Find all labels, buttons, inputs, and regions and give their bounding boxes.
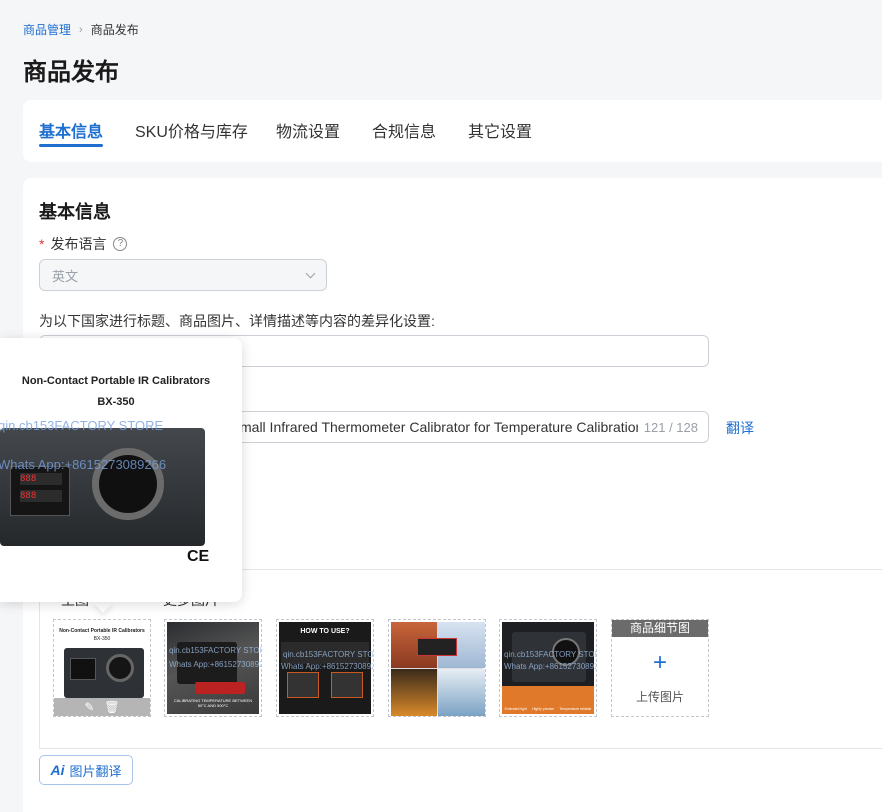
feature-label: Temperature reliable <box>559 707 592 711</box>
watermark: Whats App:+8615273089266 <box>504 662 596 671</box>
chevron-right-icon: › <box>79 23 83 36</box>
ce-mark: CE <box>187 548 210 565</box>
page-title: 商品发布 <box>23 59 119 86</box>
more-image-thumbnail-1[interactable]: CALIBRATING TEMPERATURE BETWEEN 50°C AND… <box>164 619 262 717</box>
thumbnail-actions: ✎ 🗑 <box>54 698 150 716</box>
breadcrumb-current: 商品发布 <box>90 23 139 37</box>
preview-device: 888 888 <box>0 428 205 546</box>
translate-link[interactable]: 翻译 <box>726 418 754 438</box>
tab-basic-info[interactable]: 基本信息 <box>39 118 103 142</box>
more-image-thumbnail-2[interactable]: HOW TO USE? qin.cb153FACTORY STORE Whats… <box>276 619 374 717</box>
main-image-thumbnail[interactable]: Non-Contact Portable IR Calibrators BX-3… <box>53 619 151 717</box>
image-preview-popover: Non-Contact Portable IR Calibrators BX-3… <box>0 338 242 602</box>
title-input-value: mall Infrared Thermometer Calibrator for… <box>240 419 638 435</box>
breadcrumb: 商品管理 › 商品发布 <box>23 21 139 38</box>
thumb-caption: CALIBRATING TEMPERATURE BETWEEN 50°C AND… <box>173 698 253 708</box>
tab-sku-price-stock[interactable]: SKU价格与库存 <box>135 118 248 142</box>
product-image: CALIBRATING TEMPERATURE BETWEEN 50°C AND… <box>167 622 262 714</box>
watermark: qin.cb153FACTORY STORE <box>283 650 374 659</box>
language-select[interactable]: 英文 <box>39 259 327 291</box>
tab-other-settings[interactable]: 其它设置 <box>468 118 532 142</box>
required-mark: * <box>39 236 45 252</box>
ai-image-translate-label: 图片翻译 <box>69 763 122 779</box>
title-char-counter: 121 / 128 <box>643 419 698 435</box>
chevron-down-icon <box>305 268 316 278</box>
device-body <box>64 648 144 698</box>
help-icon[interactable]: ? <box>113 237 128 251</box>
more-image-thumbnail-3[interactable] <box>388 619 486 717</box>
preview-watermark-store: qin.cb153FACTORY STORE <box>0 418 164 433</box>
tab-logistics[interactable]: 物流设置 <box>276 118 340 142</box>
feature-label: Extended light <box>504 707 527 711</box>
watermark: Whats App:+8615273089266 <box>281 662 373 671</box>
product-image: qin.cb153FACTORY STORE Whats App:+861527… <box>502 622 597 714</box>
section-title: 基本信息 <box>39 202 111 222</box>
tab-bar: 基本信息 SKU价格与库存 物流设置 合规信息 其它设置 <box>23 100 882 162</box>
product-image: HOW TO USE? qin.cb153FACTORY STORE Whats… <box>279 622 374 714</box>
preview-watermark-app: Whats App:+8615273089266 <box>0 457 167 472</box>
preview-model: BX-350 <box>97 396 135 408</box>
country-settings-label: 为以下国家进行标题、商品图片、详情描述等内容的差异化设置: <box>39 313 435 329</box>
trash-icon[interactable]: 🗑 <box>104 700 119 714</box>
breadcrumb-link-product-management[interactable]: 商品管理 <box>23 21 71 38</box>
plus-icon: + <box>652 649 667 676</box>
product-image <box>391 622 485 716</box>
detail-image-header: 商品细节图 <box>612 620 708 637</box>
upload-detail-image-button[interactable]: 商品细节图 + 上传图片 <box>611 619 709 717</box>
watermark: qin.cb153FACTORY STORE <box>169 646 262 655</box>
tab-compliance[interactable]: 合规信息 <box>372 118 436 142</box>
language-label-text: 发布语言 <box>50 236 107 252</box>
preview-title: Non-Contact Portable IR Calibrators <box>21 375 211 387</box>
more-image-thumbnail-4[interactable]: qin.cb153FACTORY STORE Whats App:+861527… <box>499 619 597 717</box>
upload-image-label: 上传图片 <box>635 690 684 704</box>
watermark: Whats App:+8615273089266 <box>169 660 261 669</box>
thumb-title: Non-Contact Portable IR Calibrators <box>59 628 145 634</box>
thumb-header: HOW TO USE? <box>300 628 350 635</box>
language-select-value: 英文 <box>52 268 79 284</box>
feature-label: Highly precise <box>532 707 555 711</box>
watermark: qin.cb153FACTORY STORE <box>504 650 597 659</box>
language-label: * 发布语言 ? <box>39 234 128 254</box>
thumb-model: BX-350 <box>93 636 111 642</box>
edit-icon[interactable]: ✎ <box>84 700 94 714</box>
ai-icon: Ai <box>50 762 65 778</box>
ai-image-translate-button[interactable]: Ai 图片翻译 <box>39 755 133 785</box>
active-tab-indicator <box>39 144 103 147</box>
